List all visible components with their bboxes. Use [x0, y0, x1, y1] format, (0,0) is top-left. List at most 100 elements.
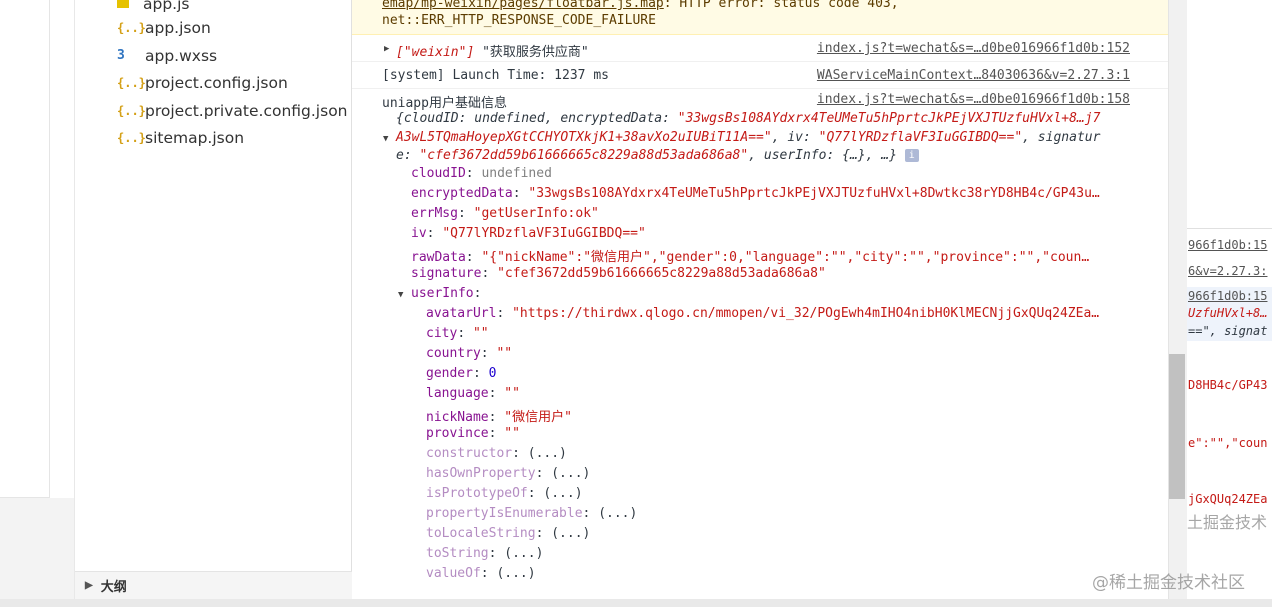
- property-value: (...): [504, 546, 544, 561]
- info-icon[interactable]: i: [904, 149, 919, 162]
- json-file-icon: {..}: [117, 20, 146, 35]
- log-message: [system] Launch Time: 1237 ms: [382, 68, 609, 83]
- warning-text: : HTTP error: status code 403,: [663, 0, 899, 11]
- watermark: @稀土掘金技术社区: [1092, 573, 1245, 593]
- file-name: project.private.config.json: [145, 101, 348, 120]
- source-link-fragment[interactable]: 6&v=2.27.3:: [1188, 264, 1267, 278]
- property-key: valueOf: [426, 566, 481, 581]
- file-name: project.config.json: [145, 73, 288, 92]
- property-key: errMsg: [411, 206, 458, 221]
- object-preview-line: A3wL5TQmaHoyepXGtCCHYOTXkjK1+38avXo2uIUB…: [396, 130, 1101, 145]
- file-name: sitemap.json: [145, 128, 245, 147]
- text-fragment: jGxQUq24ZEa: [1188, 492, 1268, 506]
- console-log-row: [system] Launch Time: 1237 ms WAServiceM…: [352, 63, 1168, 89]
- object-property: valueOf: (...): [426, 566, 536, 581]
- property-value: (...): [527, 446, 567, 461]
- object-property: propertyIsEnumerable: (...): [426, 506, 638, 521]
- object-property: isPrototypeOf: (...): [426, 486, 583, 501]
- file-item-app-json[interactable]: {..} app.json: [117, 14, 211, 41]
- property-key: nickName: [426, 410, 489, 425]
- object-property: hasOwnProperty: (...): [426, 466, 591, 481]
- source-link-fragment[interactable]: 966f1d0b:15: [1188, 289, 1267, 303]
- json-file-icon: {..}: [117, 103, 146, 118]
- file-name: app.wxss: [145, 46, 218, 65]
- console-scrollbar-thumb[interactable]: [1169, 354, 1185, 499]
- property-key: toString: [426, 546, 489, 561]
- property-value: "cfef3672dd59b61666665c8229a88d53ada686a…: [497, 266, 826, 281]
- property-key: city: [426, 326, 458, 341]
- file-item-project-config-json[interactable]: {..} project.config.json: [117, 69, 288, 96]
- log-message: "获取服务供应商": [482, 45, 589, 60]
- property-value: (...): [551, 466, 591, 481]
- file-item-project-private-config-json[interactable]: {..} project.private.config.json: [117, 97, 348, 124]
- object-property: toString: (...): [426, 546, 544, 561]
- file-item-sitemap-json[interactable]: {..} sitemap.json: [117, 124, 244, 151]
- file-item-app-wxss[interactable]: 3 app.wxss: [117, 42, 217, 69]
- text-fragment: e":"","coun: [1188, 436, 1268, 450]
- chevron-right-icon: ▶: [85, 580, 93, 591]
- property-value: "": [504, 426, 520, 441]
- property-key: rawData: [411, 250, 466, 265]
- object-property: province: "": [426, 426, 520, 441]
- property-key: constructor: [426, 446, 513, 461]
- property-value: (...): [551, 526, 591, 541]
- property-value: 0: [488, 366, 497, 381]
- object-preview-line: e: "cfef3672dd59b61666665c8229a88d53ada6…: [396, 148, 919, 163]
- object-property: errMsg: "getUserInfo:ok": [411, 206, 599, 221]
- text-fragment: ==", signat: [1188, 324, 1268, 338]
- object-preview-line: {cloudID: undefined, encryptedData: "33w…: [396, 111, 1101, 126]
- outline-label: 大纲: [100, 579, 127, 594]
- log-source-link[interactable]: index.js?t=wechat&s=…d0be016966f1d0b:152: [817, 41, 1130, 56]
- property-value: (...): [598, 506, 638, 521]
- object-property: constructor: (...): [426, 446, 567, 461]
- property-value: (...): [543, 486, 583, 501]
- property-key: signature: [411, 266, 482, 281]
- property-key: avatarUrl: [426, 306, 497, 321]
- property-key: propertyIsEnumerable: [426, 506, 583, 521]
- property-value: "": [496, 346, 513, 361]
- console-scrollbar-track[interactable]: [1168, 0, 1187, 600]
- json-file-icon: {..}: [117, 75, 146, 90]
- divider: [1187, 228, 1272, 229]
- source-link-fragment[interactable]: 966f1d0b:15: [1188, 238, 1267, 252]
- expand-arrow-icon[interactable]: ▶: [384, 44, 389, 54]
- property-value: "Q77lYRDzflaVF3IuGGIBDQ==": [442, 226, 646, 241]
- property-value: "{"nickName":"微信用户","gender":0,"language…: [481, 250, 1090, 265]
- property-value: "": [472, 326, 489, 341]
- object-property: city: "": [426, 326, 489, 341]
- text-fragment: D8HB4c/GP43: [1188, 378, 1268, 392]
- log-source-link[interactable]: WAServiceMainContext…84030636&v=2.27.3:1: [817, 68, 1130, 83]
- console-panel: emap/mp-weixin/pages/floatbar.js.map: HT…: [352, 0, 1168, 600]
- left-bottom-panel: [0, 498, 74, 607]
- property-key: iv: [411, 226, 427, 241]
- property-key: language: [426, 386, 489, 401]
- property-key: isPrototypeOf: [426, 486, 528, 501]
- log-source-link[interactable]: index.js?t=wechat&s=…d0be016966f1d0b:158: [817, 92, 1130, 107]
- property-key: userInfo: [411, 286, 474, 301]
- object-property: gender: 0: [426, 366, 497, 381]
- log-message: uniapp用户基础信息: [382, 96, 507, 111]
- left-sidebar-strip: [0, 0, 50, 498]
- file-name: app.js: [143, 0, 190, 13]
- file-explorer: app.js {..} app.json 3 app.wxss {..} pro…: [74, 0, 352, 607]
- property-key: cloudID: [411, 166, 466, 181]
- property-value: (...): [496, 566, 536, 581]
- json-file-icon: {..}: [117, 130, 146, 145]
- expanded-arrow-icon[interactable]: ▼: [398, 290, 403, 300]
- expanded-arrow-icon[interactable]: ▼: [383, 134, 388, 144]
- file-name: app.json: [145, 18, 211, 37]
- property-key: encryptedData: [411, 186, 513, 201]
- warning-source-link[interactable]: emap/mp-weixin/pages/floatbar.js.map: [382, 0, 664, 11]
- outline-section-header[interactable]: ▶ 大纲: [75, 571, 352, 599]
- text-fragment: UzfuHVxl+8…: [1188, 306, 1268, 320]
- property-key: gender: [426, 366, 473, 381]
- object-property: signature: "cfef3672dd59b61666665c8229a8…: [411, 266, 826, 281]
- right-panel-blank-area: [1187, 0, 1272, 204]
- property-value: "https://thirdwx.qlogo.cn/mmopen/vi_32/P…: [512, 306, 1100, 321]
- property-value: "33wgsBs108AYdxrx4TeUMeTu5hPprtcJkPEjVXJ…: [528, 186, 1100, 201]
- console-warning-message: emap/mp-weixin/pages/floatbar.js.map: HT…: [352, 0, 1168, 35]
- status-bar: [0, 599, 1272, 607]
- css-file-icon: 3: [117, 48, 125, 63]
- object-property: encryptedData: "33wgsBs108AYdxrx4TeUMeTu…: [411, 186, 1100, 201]
- object-property: toLocaleString: (...): [426, 526, 591, 541]
